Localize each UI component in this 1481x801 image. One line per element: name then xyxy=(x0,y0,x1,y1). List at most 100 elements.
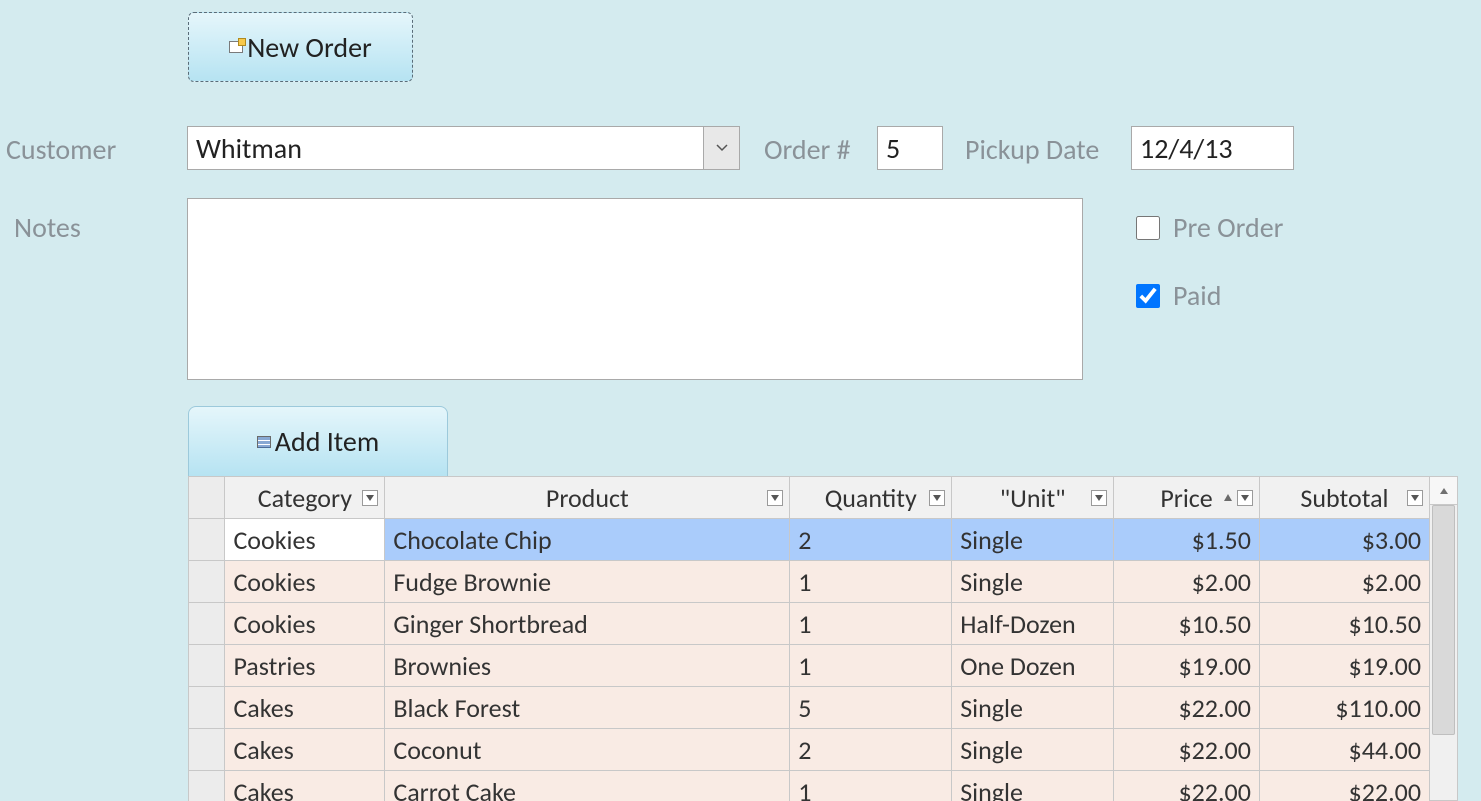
add-item-button[interactable]: Add Item xyxy=(188,406,448,476)
new-order-button[interactable]: New Order xyxy=(188,12,413,82)
cell-subtotal[interactable]: $22.00 xyxy=(1259,771,1429,801)
cell-subtotal[interactable]: $110.00 xyxy=(1259,687,1429,729)
col-header-quantity[interactable]: Quantity xyxy=(790,477,952,519)
cell-price[interactable]: $22.00 xyxy=(1114,729,1260,771)
add-item-icon xyxy=(257,436,271,448)
notes-textarea[interactable] xyxy=(187,198,1083,380)
cell-quantity[interactable]: 2 xyxy=(790,519,952,561)
cell-quantity[interactable]: 1 xyxy=(790,645,952,687)
col-header-subtotal-text: Subtotal xyxy=(1300,482,1388,514)
cell-quantity[interactable]: 2 xyxy=(790,729,952,771)
cell-subtotal[interactable]: $3.00 xyxy=(1259,519,1429,561)
cell-unit[interactable]: Single xyxy=(952,561,1114,603)
order-number-input[interactable] xyxy=(877,126,943,170)
filter-dropdown-icon[interactable] xyxy=(1407,490,1423,506)
cell-product[interactable]: Black Forest xyxy=(385,687,790,729)
cell-product[interactable]: Fudge Brownie xyxy=(385,561,790,603)
cell-quantity[interactable]: 1 xyxy=(790,561,952,603)
filter-dropdown-icon[interactable] xyxy=(362,490,378,506)
cell-category[interactable]: Cookies xyxy=(225,561,385,603)
paid-checkbox-wrap[interactable]: Paid xyxy=(1132,278,1221,313)
scrollbar-up-button[interactable] xyxy=(1430,477,1457,505)
pre-order-checkbox-wrap[interactable]: Pre Order xyxy=(1132,210,1283,245)
cell-quantity[interactable]: 5 xyxy=(790,687,952,729)
cell-product[interactable]: Brownies xyxy=(385,645,790,687)
cell-unit[interactable]: Single xyxy=(952,687,1114,729)
new-order-label: New Order xyxy=(247,30,372,65)
filter-dropdown-icon[interactable] xyxy=(1091,490,1107,506)
cell-category[interactable]: Cakes xyxy=(225,687,385,729)
cell-unit[interactable]: Single xyxy=(952,771,1114,801)
cell-price[interactable]: $10.50 xyxy=(1114,603,1260,645)
col-header-price-text: Price xyxy=(1160,482,1212,514)
cell-price[interactable]: $1.50 xyxy=(1114,519,1260,561)
customer-input[interactable] xyxy=(188,127,703,169)
order-number-label: Order # xyxy=(764,132,851,167)
notes-label: Notes xyxy=(14,210,81,245)
table-row[interactable]: CakesBlack Forest5Single$22.00$110.00 xyxy=(189,687,1430,729)
cell-subtotal[interactable]: $10.50 xyxy=(1259,603,1429,645)
cell-product[interactable]: Ginger Shortbread xyxy=(385,603,790,645)
row-selector[interactable] xyxy=(189,561,225,603)
row-selector[interactable] xyxy=(189,645,225,687)
filter-dropdown-icon[interactable] xyxy=(929,490,945,506)
col-header-unit-text: "Unit" xyxy=(1000,482,1066,514)
cell-category[interactable]: Cookies xyxy=(225,603,385,645)
cell-price[interactable]: $19.00 xyxy=(1114,645,1260,687)
add-item-label: Add Item xyxy=(275,424,379,459)
cell-unit[interactable]: Half-Dozen xyxy=(952,603,1114,645)
cell-category[interactable]: Cakes xyxy=(225,771,385,801)
cell-category[interactable]: Cookies xyxy=(225,519,385,561)
cell-unit[interactable]: One Dozen xyxy=(952,645,1114,687)
new-document-icon xyxy=(229,41,243,53)
pre-order-checkbox[interactable] xyxy=(1136,216,1160,240)
col-header-product[interactable]: Product xyxy=(385,477,790,519)
table-row[interactable]: CookiesGinger Shortbread1Half-Dozen$10.5… xyxy=(189,603,1430,645)
table-row[interactable]: CookiesFudge Brownie1Single$2.00$2.00 xyxy=(189,561,1430,603)
cell-quantity[interactable]: 1 xyxy=(790,603,952,645)
row-selector[interactable] xyxy=(189,729,225,771)
row-selector[interactable] xyxy=(189,603,225,645)
line-items-grid: Category Product Quantity "Unit" xyxy=(188,476,1458,801)
grid-scrollbar[interactable] xyxy=(1430,476,1458,801)
filter-dropdown-icon[interactable] xyxy=(1237,490,1253,506)
cell-product[interactable]: Chocolate Chip xyxy=(385,519,790,561)
cell-unit[interactable]: Single xyxy=(952,729,1114,771)
col-header-subtotal[interactable]: Subtotal xyxy=(1259,477,1429,519)
scrollbar-thumb[interactable] xyxy=(1432,505,1455,735)
table-row[interactable]: CakesCoconut2Single$22.00$44.00 xyxy=(189,729,1430,771)
row-selector[interactable] xyxy=(189,519,225,561)
row-selector[interactable] xyxy=(189,771,225,801)
cell-price[interactable]: $2.00 xyxy=(1114,561,1260,603)
table-row[interactable]: PastriesBrownies1One Dozen$19.00$19.00 xyxy=(189,645,1430,687)
filter-dropdown-icon[interactable] xyxy=(767,490,783,506)
paid-checkbox[interactable] xyxy=(1136,284,1160,308)
table-row[interactable]: CakesCarrot Cake1Single$22.00$22.00 xyxy=(189,771,1430,801)
table-row[interactable]: CookiesChocolate Chip2Single$1.50$3.00 xyxy=(189,519,1430,561)
cell-price[interactable]: $22.00 xyxy=(1114,687,1260,729)
cell-subtotal[interactable]: $44.00 xyxy=(1259,729,1429,771)
customer-combobox[interactable] xyxy=(187,126,740,170)
cell-quantity[interactable]: 1 xyxy=(790,771,952,801)
grid-header-row: Category Product Quantity "Unit" xyxy=(189,477,1430,519)
col-header-price[interactable]: Price xyxy=(1114,477,1260,519)
pre-order-text: Pre Order xyxy=(1173,210,1283,245)
cell-price[interactable]: $22.00 xyxy=(1114,771,1260,801)
cell-product[interactable]: Coconut xyxy=(385,729,790,771)
cell-category[interactable]: Pastries xyxy=(225,645,385,687)
sort-ascending-icon xyxy=(1223,493,1233,503)
col-header-product-text: Product xyxy=(546,482,629,514)
cell-subtotal[interactable]: $2.00 xyxy=(1259,561,1429,603)
cell-unit[interactable]: Single xyxy=(952,519,1114,561)
pickup-date-input[interactable] xyxy=(1131,126,1294,170)
row-selector[interactable] xyxy=(189,687,225,729)
customer-label: Customer xyxy=(6,132,116,167)
cell-product[interactable]: Carrot Cake xyxy=(385,771,790,801)
cell-category[interactable]: Cakes xyxy=(225,729,385,771)
customer-dropdown-button[interactable] xyxy=(703,127,739,169)
col-header-unit[interactable]: "Unit" xyxy=(952,477,1114,519)
paid-text: Paid xyxy=(1173,278,1221,313)
col-header-category[interactable]: Category xyxy=(225,477,385,519)
cell-subtotal[interactable]: $19.00 xyxy=(1259,645,1429,687)
col-header-category-text: Category xyxy=(258,482,352,514)
